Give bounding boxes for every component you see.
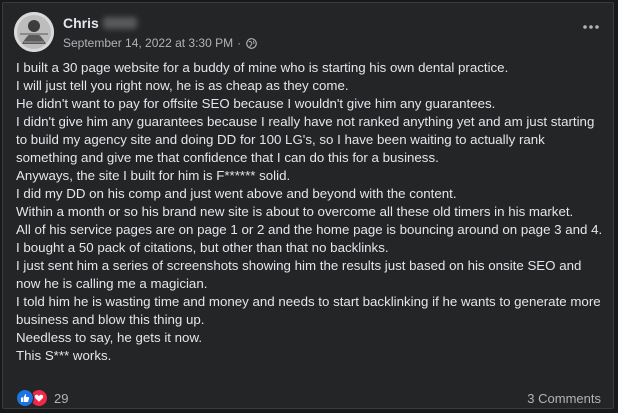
meta-separator: · (237, 36, 242, 50)
post-paragraph: I did my DD on his comp and just went ab… (16, 186, 457, 201)
author-name[interactable]: Chris (63, 15, 137, 31)
post-paragraph: I bought a 50 pack of citations, but oth… (16, 240, 389, 255)
avatar-photo (14, 12, 54, 52)
post-paragraph: This S*** works. (16, 348, 112, 363)
post-paragraph: Needless to say, he gets it now. (16, 330, 203, 345)
post-paragraph: He didn't want to pay for offsite SEO be… (16, 96, 496, 111)
reactions-summary[interactable]: 29 (16, 389, 68, 407)
post-meta: September 14, 2022 at 3:30 PM · (63, 36, 257, 50)
globe-icon[interactable] (246, 37, 257, 49)
post-paragraph: I just sent him a series of screenshots … (16, 258, 582, 291)
like-icon (16, 389, 34, 407)
post-paragraph: All of his service pages are on page 1 o… (16, 222, 603, 237)
post-footer: 29 3 Comments (16, 389, 601, 407)
post-paragraph: I told him he is wasting time and money … (16, 294, 601, 327)
post-card: Chris September 14, 2022 at 3:30 PM · I … (2, 2, 614, 409)
author-first-name[interactable]: Chris (63, 15, 99, 31)
post-timestamp[interactable]: September 14, 2022 at 3:30 PM (63, 36, 233, 50)
post-paragraph: Anyways, the site I built for him is F**… (16, 168, 291, 183)
more-options-icon[interactable] (579, 17, 603, 37)
comments-count-link[interactable]: 3 Comments (527, 391, 601, 406)
post-paragraph: I will just tell you right now, he is as… (16, 78, 349, 93)
reaction-count[interactable]: 29 (54, 391, 68, 406)
post-paragraph: Within a month or so his brand new site … (16, 204, 574, 219)
post-body: I built a 30 page website for a buddy of… (16, 59, 606, 365)
post-paragraph: I built a 30 page website for a buddy of… (16, 60, 509, 75)
avatar[interactable] (14, 12, 54, 52)
post-paragraph: I didn't give him any guarantees because… (16, 114, 595, 165)
redacted-last-name (102, 17, 137, 29)
